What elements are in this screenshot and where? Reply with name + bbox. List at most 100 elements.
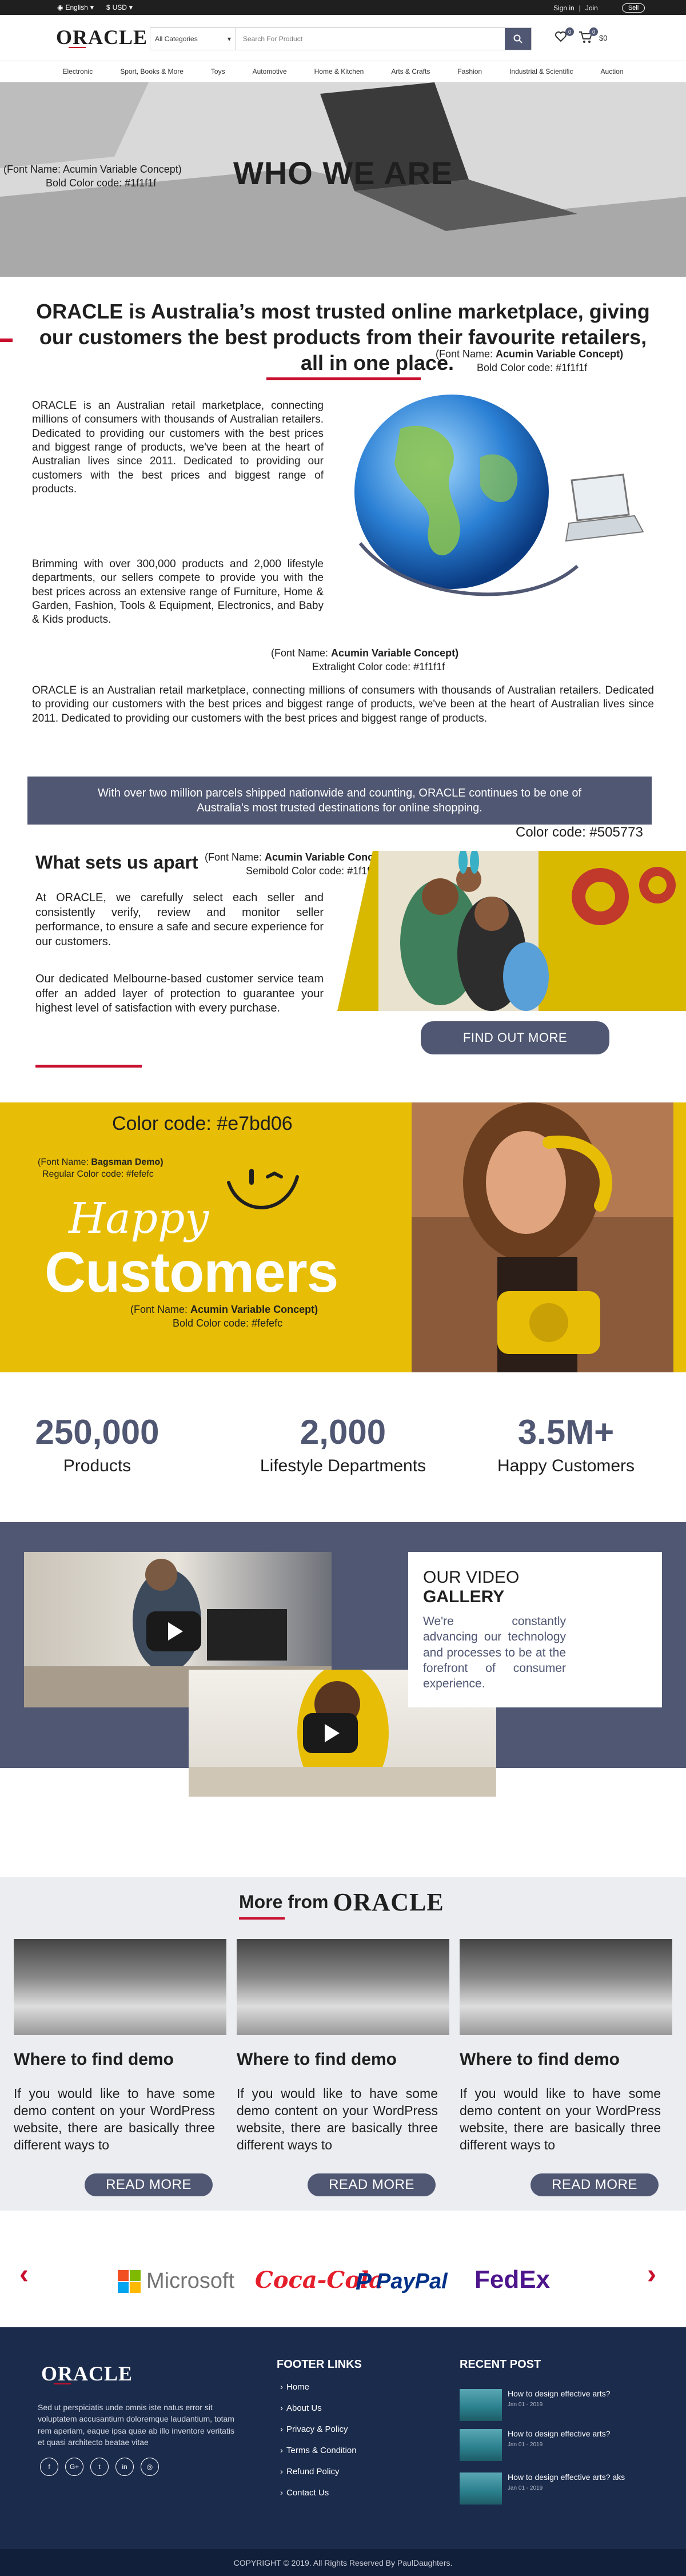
auth-links: Sign in | Join Sell xyxy=(553,3,645,13)
intro-paragraph-font-note: (Font Name: Acumin Variable Concept) Ext… xyxy=(271,647,459,672)
footer-link-terms[interactable]: › Terms & Condition xyxy=(280,2440,357,2461)
twitter-icon[interactable]: t xyxy=(90,2458,109,2476)
recent-post-2[interactable]: How to design effective arts? Jan 01 - 2… xyxy=(460,2429,611,2461)
find-out-more-button[interactable]: FIND OUT MORE xyxy=(421,1021,609,1054)
chevron-right-icon: › xyxy=(280,2382,283,2392)
carousel-next-arrow[interactable]: › xyxy=(647,2259,656,2290)
customers-text: Customers xyxy=(45,1240,338,1304)
auth-separator: | xyxy=(579,4,581,12)
sign-in-link[interactable]: Sign in xyxy=(553,4,575,12)
read-more-button-3[interactable]: READ MORE xyxy=(531,2173,659,2196)
linkedin-icon[interactable]: in xyxy=(115,2458,134,2476)
language-select[interactable]: ◉ English ▾ xyxy=(57,3,94,11)
site-footer: ORACLE Sed ut perspiciatis unde omnis is… xyxy=(0,2327,686,2549)
footer-link-home[interactable]: › Home xyxy=(280,2376,357,2398)
blog-card-image-2[interactable] xyxy=(237,1939,449,2035)
facebook-icon[interactable]: f xyxy=(40,2458,58,2476)
blog-card-image-3[interactable] xyxy=(460,1939,672,2035)
blog-card-title-2[interactable]: Where to find demo xyxy=(237,2050,397,2069)
footer-link-contact[interactable]: › Contact Us xyxy=(280,2482,357,2503)
globe-laptop-image xyxy=(354,395,644,596)
gallery-text-box: OUR VIDEO GALLERY We're constantly advan… xyxy=(408,1552,662,1707)
sell-button[interactable]: Sell xyxy=(621,3,645,13)
currency-select[interactable]: $ USD ▾ xyxy=(106,3,133,11)
top-bar: ◉ English ▾ $ USD ▾ Sign in | Join Sell xyxy=(0,0,686,15)
post-thumbnail xyxy=(460,2473,502,2505)
footer-link-about[interactable]: › About Us xyxy=(280,2398,357,2419)
site-header: ORACLE All Categories ▾ 0 0 $0 xyxy=(0,15,686,61)
apart-paragraph-1: At ORACLE, we carefully select each sell… xyxy=(35,891,324,948)
globe-icon: ◉ xyxy=(57,3,63,11)
apart-heading: What sets us apart xyxy=(35,852,198,873)
recent-post-1[interactable]: How to design effective arts? Jan 01 - 2… xyxy=(460,2389,611,2421)
nav-item-fashion[interactable]: Fashion xyxy=(444,67,496,75)
nav-item-industrial[interactable]: Industrial & Scientific xyxy=(496,67,587,75)
blog-card-title-1[interactable]: Where to find demo xyxy=(14,2050,174,2069)
wishlist-button[interactable]: 0 xyxy=(555,27,574,45)
stat-departments: 2,000 Lifestyle Departments xyxy=(240,1412,446,1476)
google-plus-icon[interactable]: G+ xyxy=(65,2458,83,2476)
brand-fedex[interactable]: FedEx xyxy=(474,2266,550,2294)
category-select[interactable]: All Categories ▾ xyxy=(150,28,236,50)
read-more-button-2[interactable]: READ MORE xyxy=(308,2173,436,2196)
stat-label: Products xyxy=(63,1456,131,1475)
stat-customers: 3.5M+ Happy Customers xyxy=(474,1412,657,1476)
recent-post-3[interactable]: How to design effective arts? aks Jan 01… xyxy=(460,2473,625,2505)
footer-link-refund[interactable]: › Refund Policy xyxy=(280,2461,357,2482)
chevron-right-icon: › xyxy=(280,2424,283,2434)
join-link[interactable]: Join xyxy=(585,4,598,12)
cart-button[interactable]: 0 xyxy=(579,27,598,45)
brand-microsoft[interactable]: Microsoft xyxy=(118,2269,234,2294)
chevron-right-icon: › xyxy=(280,2403,283,2413)
nav-item-electronic[interactable]: Electronic xyxy=(49,67,107,75)
blog-card-text-3: If you would like to have some demo cont… xyxy=(460,2086,661,2152)
carousel-prev-arrow[interactable]: ‹ xyxy=(19,2259,29,2290)
gallery-title-line1: OUR VIDEO xyxy=(423,1568,520,1587)
brand-paypal[interactable]: P PayPal xyxy=(356,2268,448,2295)
play-icon[interactable] xyxy=(303,1713,358,1753)
chevron-right-icon: › xyxy=(280,2467,283,2477)
wishlist-count: 0 xyxy=(565,27,574,36)
play-icon[interactable] xyxy=(146,1611,201,1651)
hero-font-note: (Font Name: Acumin Variable Concept) Bol… xyxy=(3,164,182,189)
blog-card-text-1: If you would like to have some demo cont… xyxy=(14,2086,215,2152)
paypal-icon: P xyxy=(356,2268,372,2295)
currency-label: USD xyxy=(112,3,127,11)
read-more-button-1[interactable]: READ MORE xyxy=(85,2173,213,2196)
nav-item-auction[interactable]: Auction xyxy=(587,67,637,75)
post-date: Jan 01 - 2019 xyxy=(508,2485,543,2491)
happy-font-note-1: (Font Name: Bagsman Demo) Regular Color … xyxy=(38,1157,163,1179)
happy-font-note-2: (Font Name: Acumin Variable Concept) Bol… xyxy=(130,1304,318,1329)
logo[interactable]: ORACLE xyxy=(56,25,147,49)
post-thumbnail xyxy=(460,2429,502,2461)
chevron-down-icon: ▾ xyxy=(227,35,231,43)
stat-label: Lifestyle Departments xyxy=(260,1456,426,1475)
search-button[interactable] xyxy=(505,28,531,50)
woman-phone-photo xyxy=(412,1102,673,1372)
footer-logo[interactable]: ORACLE xyxy=(41,2362,133,2385)
chevron-right-icon: › xyxy=(280,2446,283,2455)
instagram-icon[interactable]: ◎ xyxy=(141,2458,159,2476)
blog-card-image-1[interactable] xyxy=(14,1939,226,2035)
blog-card-title-3[interactable]: Where to find demo xyxy=(460,2050,620,2069)
nav-item-automotive[interactable]: Automotive xyxy=(239,67,301,75)
post-title: How to design effective arts? aks xyxy=(508,2473,625,2482)
blog-card-text-2: If you would like to have some demo cont… xyxy=(237,2086,438,2152)
more-from-heading: More from ORACLE xyxy=(239,1888,444,1916)
nav-item-arts-crafts[interactable]: Arts & Crafts xyxy=(377,67,444,75)
dollar-icon: $ xyxy=(106,3,110,11)
recent-post-heading: RECENT POST xyxy=(460,2358,541,2371)
nav-item-home-kitchen[interactable]: Home & Kitchen xyxy=(301,67,378,75)
intro-paragraph-2: Brimming with over 300,000 products and … xyxy=(32,558,324,626)
category-nav: Electronic Sport, Books & More Toys Auto… xyxy=(0,61,686,82)
post-title: How to design effective arts? xyxy=(508,2389,611,2398)
nav-item-toys[interactable]: Toys xyxy=(197,67,239,75)
nav-item-sport-books[interactable]: Sport, Books & More xyxy=(106,67,197,75)
search-input[interactable] xyxy=(236,28,505,50)
stat-value: 2,000 xyxy=(300,1413,386,1451)
intro-red-bar xyxy=(0,339,13,342)
video-gallery-section: OUR VIDEO GALLERY We're constantly advan… xyxy=(0,1522,686,1797)
footer-link-privacy[interactable]: › Privacy & Policy xyxy=(280,2419,357,2440)
search-icon xyxy=(513,34,523,43)
stats-row: 250,000 Products 2,000 Lifestyle Departm… xyxy=(0,1412,686,1492)
